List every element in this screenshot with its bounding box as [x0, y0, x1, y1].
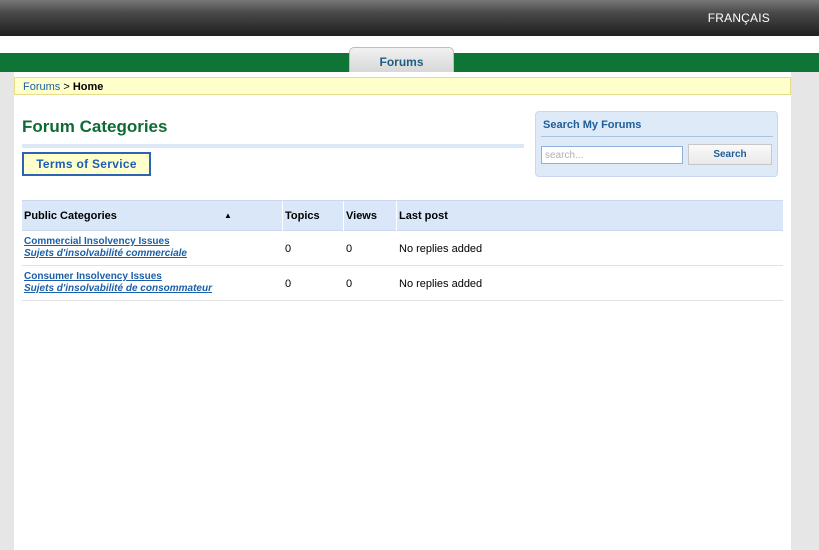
title-divider	[22, 144, 524, 148]
breadcrumb-current: Home	[72, 81, 104, 93]
last-post-text: No replies added	[399, 278, 483, 290]
topics-count: 0	[285, 243, 292, 255]
search-panel: Search My Forums Search	[535, 111, 778, 177]
breadcrumb-separator: >	[63, 81, 70, 93]
language-toggle-link[interactable]: FRANÇAIS	[708, 11, 770, 25]
category-link-fr[interactable]: Sujets d'insolvabilité commerciale	[24, 248, 187, 259]
column-header-views[interactable]: Views	[346, 201, 377, 232]
tab-forums[interactable]: Forums	[349, 47, 454, 73]
column-header-topics[interactable]: Topics	[285, 201, 320, 232]
top-header-bar: FRANÇAIS	[0, 0, 819, 36]
table-row: Consumer Insolvency Issues Sujets d'inso…	[22, 266, 783, 301]
breadcrumb-link-forums[interactable]: Forums	[23, 81, 60, 93]
table-header: Public Categories ▲ Topics Views Last po…	[22, 200, 783, 232]
topics-count: 0	[285, 278, 292, 290]
table-row: Commercial Insolvency Issues Sujets d'in…	[22, 231, 783, 266]
search-panel-divider	[541, 136, 773, 137]
column-divider	[343, 201, 344, 232]
column-divider	[396, 201, 397, 232]
terms-of-service-button[interactable]: Terms of Service	[22, 152, 151, 176]
category-link[interactable]: Consumer Insolvency Issues	[24, 271, 162, 282]
sort-ascending-icon[interactable]: ▲	[224, 201, 232, 230]
breadcrumb: Forums > Home	[14, 77, 791, 95]
category-link-fr[interactable]: Sujets d'insolvabilité de consommateur	[24, 283, 212, 294]
column-header-public-categories[interactable]: Public Categories	[24, 201, 117, 232]
last-post-text: No replies added	[399, 243, 483, 255]
search-panel-title: Search My Forums	[543, 119, 642, 131]
column-divider	[282, 201, 283, 232]
views-count: 0	[346, 243, 353, 255]
search-input[interactable]	[541, 146, 683, 164]
category-link[interactable]: Commercial Insolvency Issues	[24, 236, 170, 247]
categories-table: Public Categories ▲ Topics Views Last po…	[22, 200, 783, 301]
main-content: Forums > Home Forum Categories Terms of …	[14, 72, 791, 550]
page-title: Forum Categories	[22, 117, 168, 136]
search-button[interactable]: Search	[688, 144, 772, 165]
views-count: 0	[346, 278, 353, 290]
column-header-last-post[interactable]: Last post	[399, 201, 448, 232]
